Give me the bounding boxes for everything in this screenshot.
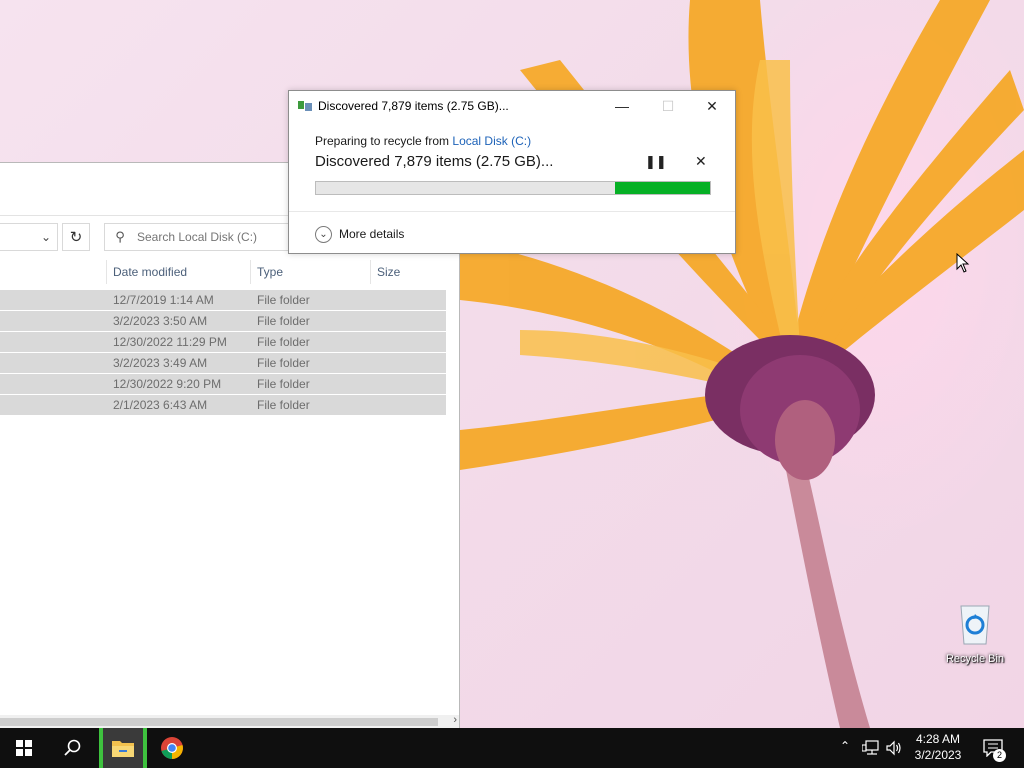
- copy-progress-icon: [298, 101, 312, 111]
- row-type: File folder: [257, 377, 310, 391]
- table-row[interactable]: 12/30/2022 11:29 PM File folder: [0, 332, 446, 352]
- chevron-down-icon[interactable]: ⌄: [41, 230, 51, 244]
- stop-icon[interactable]: ✕: [695, 153, 707, 170]
- refresh-button[interactable]: ↻: [62, 223, 90, 251]
- search-button[interactable]: [48, 728, 96, 768]
- chevron-up-icon[interactable]: ⌃: [840, 739, 850, 753]
- table-row[interactable]: 3/2/2023 3:50 AM File folder: [0, 311, 446, 331]
- taskbar-file-explorer[interactable]: [99, 728, 147, 768]
- windows-logo-icon: [16, 740, 32, 756]
- row-date: 3/2/2023 3:50 AM: [113, 314, 208, 328]
- table-row[interactable]: 3/2/2023 3:49 AM File folder: [0, 353, 446, 373]
- operation-prefix: Preparing to recycle from: [315, 134, 453, 148]
- dialog-title: Discovered 7,879 items (2.75 GB)...: [318, 99, 509, 113]
- row-date: 12/30/2022 9:20 PM: [113, 377, 222, 391]
- row-date: 12/30/2022 11:29 PM: [113, 335, 227, 349]
- recycle-bin-icon: [960, 605, 990, 645]
- table-row[interactable]: 12/30/2022 9:20 PM File folder: [0, 374, 446, 394]
- search-icon: ⚲: [115, 229, 125, 244]
- progress-fill: [615, 182, 710, 194]
- scroll-right-icon[interactable]: ›: [453, 714, 457, 726]
- clock-time: 4:28 AM: [915, 732, 961, 746]
- more-details-label: More details: [339, 227, 405, 241]
- column-size[interactable]: Size: [370, 260, 450, 284]
- column-date-modified[interactable]: Date modified: [106, 260, 250, 284]
- desktop: ⌄ ↻ ⚲ Date modified Type Size 12/7/2019 …: [0, 0, 1024, 728]
- address-bar[interactable]: ⌄: [0, 223, 58, 251]
- row-type: File folder: [257, 293, 310, 307]
- column-type[interactable]: Type: [250, 260, 370, 284]
- active-indicator: [143, 728, 147, 768]
- more-details-toggle[interactable]: ⌄ More details: [315, 223, 404, 245]
- scrollbar-thumb[interactable]: [0, 718, 438, 726]
- clock-date: 3/2/2023: [914, 748, 962, 762]
- row-type: File folder: [257, 335, 310, 349]
- start-button[interactable]: [0, 728, 48, 768]
- chrome-icon: [161, 737, 183, 759]
- table-row[interactable]: 2/1/2023 6:43 AM File folder: [0, 395, 446, 415]
- close-button[interactable]: ✕: [689, 91, 735, 121]
- minimize-button[interactable]: —: [599, 91, 645, 121]
- recycle-bin-shortcut[interactable]: Recycle Bin: [940, 602, 1010, 665]
- taskbar-chrome[interactable]: [148, 728, 196, 768]
- system-clock[interactable]: 4:28 AM 3/2/2023: [900, 731, 976, 763]
- chevron-down-icon: ⌄: [315, 225, 332, 243]
- horizontal-scrollbar[interactable]: ›: [0, 714, 459, 728]
- network-icon[interactable]: [862, 740, 880, 756]
- folder-icon: [112, 741, 134, 757]
- column-headers: Date modified Type Size: [0, 260, 448, 284]
- dialog-title-bar[interactable]: Discovered 7,879 items (2.75 GB)... — ☐ …: [289, 91, 735, 121]
- refresh-icon: ↻: [69, 229, 83, 246]
- search-icon: [64, 739, 81, 756]
- recycle-progress-dialog: Discovered 7,879 items (2.75 GB)... — ☐ …: [288, 90, 736, 254]
- dialog-operation-text: Preparing to recycle from Local Disk (C:…: [315, 134, 531, 148]
- row-type: File folder: [257, 356, 310, 370]
- source-link[interactable]: Local Disk (C:): [452, 134, 531, 148]
- notification-badge: 2: [993, 749, 1006, 762]
- dialog-status: Discovered 7,879 items (2.75 GB)...: [315, 153, 554, 170]
- progress-bar: [315, 181, 711, 195]
- table-row[interactable]: 12/7/2019 1:14 AM File folder: [0, 290, 446, 310]
- active-indicator: [99, 728, 103, 768]
- recycle-bin-label: Recycle Bin: [945, 653, 1005, 665]
- divider: [289, 211, 735, 212]
- row-type: File folder: [257, 398, 310, 412]
- row-date: 3/2/2023 3:49 AM: [113, 356, 208, 370]
- notification-center-button[interactable]: 2: [980, 736, 1006, 762]
- file-list: 12/7/2019 1:14 AM File folder 3/2/2023 3…: [0, 290, 446, 416]
- maximize-button: ☐: [661, 98, 675, 114]
- pause-icon[interactable]: ❚❚: [645, 154, 667, 170]
- row-type: File folder: [257, 314, 310, 328]
- row-date: 2/1/2023 6:43 AM: [113, 398, 208, 412]
- taskbar: ⌃ 4:28 AM 3/2/2023 2: [0, 728, 1024, 768]
- mouse-cursor-icon: [956, 253, 970, 273]
- row-date: 12/7/2019 1:14 AM: [113, 293, 214, 307]
